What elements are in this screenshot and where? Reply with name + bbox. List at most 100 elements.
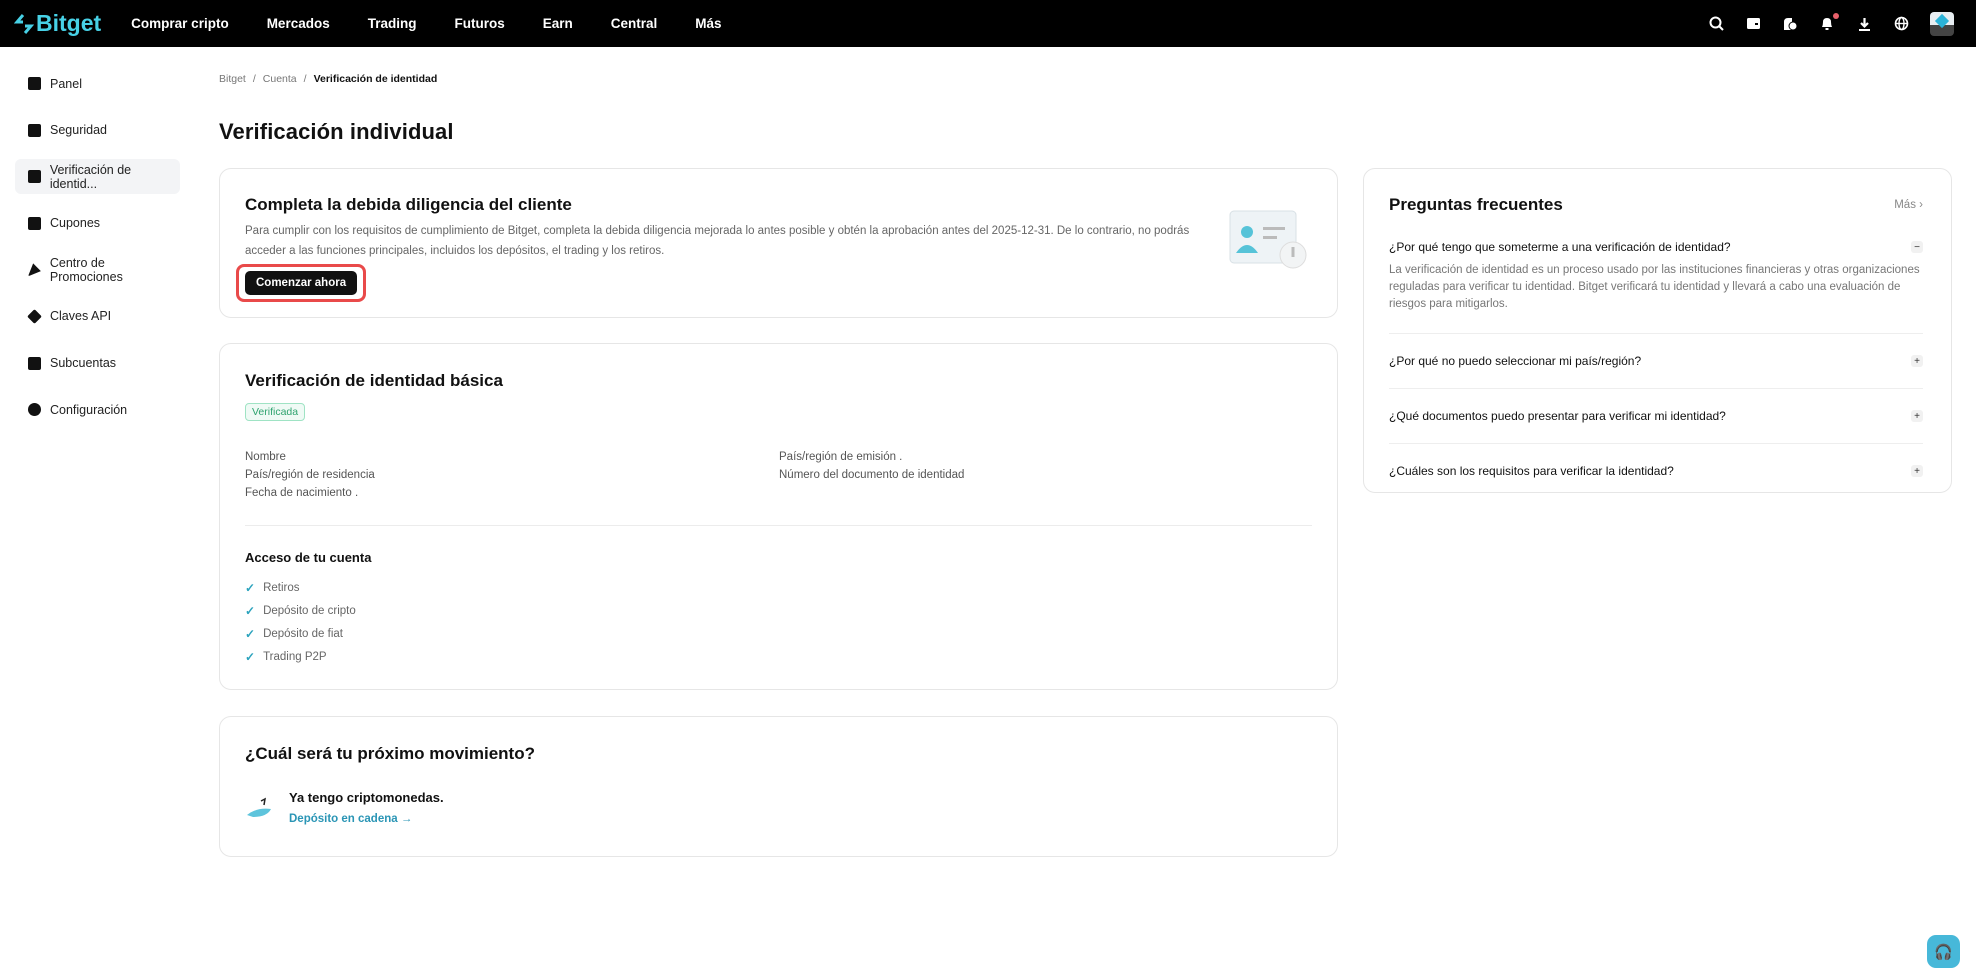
- logo-text: Bitget: [36, 10, 102, 36]
- sidebar-item-panel[interactable]: Panel: [15, 66, 180, 101]
- field-nombre: Nombre: [245, 451, 286, 463]
- breadcrumb-bitget[interactable]: Bitget: [219, 73, 246, 85]
- faq-more-link[interactable]: Más ›: [1894, 199, 1923, 211]
- list-item: ✓ Retiros: [245, 576, 1312, 599]
- onchain-deposit-link[interactable]: Depósito en cadena →: [289, 813, 444, 825]
- faq-question-text: ¿Qué documentos puedo presentar para ver…: [1389, 409, 1726, 423]
- orders-icon[interactable]: [1782, 16, 1798, 32]
- due-diligence-card: Completa la debida diligencia del client…: [219, 168, 1338, 318]
- nav-trading[interactable]: Trading: [368, 16, 417, 31]
- sidebar-item-claves-api[interactable]: Claves API: [15, 299, 180, 334]
- option-title: Ya tengo criptomonedas.: [289, 790, 444, 805]
- due-diligence-title: Completa la debida diligencia del client…: [245, 195, 572, 214]
- due-diligence-description: Para cumplir con los requisitos de cumpl…: [245, 225, 1190, 257]
- top-navbar: Bitget Comprar cripto Mercados Trading F…: [0, 0, 1976, 47]
- sidebar-item-verificacion[interactable]: Verificación de identid...: [15, 159, 180, 195]
- plus-icon[interactable]: +: [1911, 410, 1923, 422]
- next-move-card: ¿Cuál será tu próximo movimiento? Ya ten…: [219, 716, 1338, 857]
- faq-question[interactable]: ¿Por qué tengo que someterme a una verif…: [1389, 240, 1923, 254]
- breadcrumb-current: Verificación de identidad: [313, 73, 438, 85]
- check-icon: ✓: [245, 580, 256, 595]
- access-title: Acceso de tu cuenta: [245, 550, 372, 565]
- sidebar-item-cupones[interactable]: Cupones: [15, 206, 180, 241]
- nav-futuros[interactable]: Futuros: [454, 16, 504, 31]
- basic-verification-title: Verificación de identidad básica: [245, 371, 503, 390]
- search-icon[interactable]: [1708, 16, 1724, 32]
- hand-coin-icon: [247, 797, 271, 817]
- page-title: Verificación individual: [219, 119, 454, 144]
- nav-earn[interactable]: Earn: [543, 16, 573, 31]
- breadcrumb-cuenta[interactable]: Cuenta: [263, 73, 297, 85]
- field-fecha-nacimiento: Fecha de nacimiento .: [245, 487, 359, 499]
- list-item: ✓ Trading P2P: [245, 645, 1312, 668]
- faq-title: Preguntas frecuentes: [1389, 195, 1563, 214]
- basic-verification-card: Verificación de identidad básica Verific…: [219, 343, 1338, 690]
- support-chat-button[interactable]: 🎧: [1927, 935, 1960, 968]
- access-label: Depósito de fiat: [263, 627, 343, 640]
- id-card-illustration-icon: [1229, 210, 1307, 269]
- identity-fields: Nombre País/región de emisión . País/reg…: [245, 451, 1312, 499]
- notification-dot: [1833, 12, 1839, 19]
- nav-mas[interactable]: Más: [695, 16, 721, 31]
- sidebar-item-subcuentas[interactable]: Subcuentas: [15, 346, 180, 381]
- faq-item[interactable]: ¿Qué documentos puedo presentar para ver…: [1389, 389, 1923, 444]
- faq-card: Preguntas frecuentes Más › ¿Por qué teng…: [1363, 168, 1952, 493]
- plus-icon[interactable]: +: [1911, 355, 1923, 367]
- faq-answer: La verificación de identidad es un proce…: [1389, 262, 1923, 334]
- minus-icon[interactable]: −: [1911, 241, 1923, 253]
- check-icon: ✓: [245, 626, 256, 641]
- sidebar-item-seguridad[interactable]: Seguridad: [15, 113, 180, 148]
- plug-icon: [27, 309, 42, 324]
- list-item: ✓ Depósito de fiat: [245, 622, 1312, 645]
- faq-item[interactable]: ¿Cuáles son los requisitos para verifica…: [1389, 444, 1923, 498]
- list-item: ✓ Depósito de cripto: [245, 599, 1312, 622]
- check-icon: ✓: [245, 649, 256, 664]
- nav-central[interactable]: Central: [611, 16, 658, 31]
- faq-item: ¿Por qué tengo que someterme a una verif…: [1389, 240, 1923, 334]
- bitget-logo-icon: [14, 13, 34, 34]
- sidebar-item-label: Claves API: [50, 309, 112, 324]
- sidebar-item-label: Cupones: [50, 216, 101, 231]
- nav-comprar-cripto[interactable]: Comprar cripto: [131, 16, 229, 31]
- field-pais-emision: País/región de emisión .: [779, 451, 903, 463]
- party-icon: [28, 263, 41, 277]
- sidebar-item-label: Panel: [50, 76, 82, 91]
- access-label: Depósito de cripto: [263, 604, 356, 617]
- faq-item[interactable]: ¿Por qué no puedo seleccionar mi país/re…: [1389, 334, 1923, 389]
- chevron-right-icon: ›: [1919, 199, 1923, 211]
- bell-icon[interactable]: [1819, 12, 1839, 32]
- bitget-logo[interactable]: Bitget: [14, 10, 101, 37]
- header-actions: [1708, 0, 1954, 47]
- sidebar-item-promociones[interactable]: Centro de Promociones: [15, 252, 180, 287]
- field-pais-residencia: País/región de residencia: [245, 469, 375, 481]
- more-label: Más: [1894, 199, 1916, 211]
- sidebar-item-configuracion[interactable]: Configuración: [15, 392, 180, 427]
- sidebar-item-label: Seguridad: [50, 123, 107, 138]
- id-card-icon: [28, 170, 41, 184]
- faq-question-text: ¿Por qué tengo que someterme a una verif…: [1389, 240, 1731, 254]
- breadcrumb: Bitget / Cuenta / Verificación de identidad: [219, 73, 438, 85]
- start-now-button[interactable]: Comenzar ahora: [245, 271, 358, 295]
- avatar[interactable]: [1930, 11, 1954, 36]
- main-nav: Comprar cripto Mercados Trading Futuros …: [131, 16, 759, 31]
- sidebar-item-label: Configuración: [50, 402, 128, 417]
- wallet-icon[interactable]: [1745, 16, 1761, 32]
- sidebar: Panel Seguridad Verificación de identid.…: [15, 66, 180, 439]
- highlight-box: Comenzar ahora: [236, 264, 367, 302]
- headset-icon: 🎧: [1934, 943, 1953, 961]
- field-numero-documento: Número del documento de identidad: [779, 469, 965, 481]
- hierarchy-icon: [28, 356, 41, 370]
- globe-icon[interactable]: [1893, 16, 1909, 32]
- faq-question-text: ¿Cuáles son los requisitos para verifica…: [1389, 464, 1674, 478]
- plus-icon[interactable]: +: [1911, 465, 1923, 477]
- sidebar-item-label: Subcuentas: [50, 356, 117, 371]
- download-icon[interactable]: [1856, 16, 1872, 32]
- access-list: ✓ Retiros ✓ Depósito de cripto ✓ Depósito d…: [245, 576, 1312, 668]
- ticket-icon: [28, 216, 41, 230]
- next-move-title: ¿Cuál será tu próximo movimiento?: [245, 744, 535, 763]
- gear-icon: [28, 403, 41, 417]
- faq-question-text: ¿Por qué no puedo seleccionar mi país/re…: [1389, 354, 1642, 368]
- status-badge: Verificada: [245, 403, 306, 421]
- grid-icon: [28, 77, 41, 90]
- nav-mercados[interactable]: Mercados: [267, 16, 330, 31]
